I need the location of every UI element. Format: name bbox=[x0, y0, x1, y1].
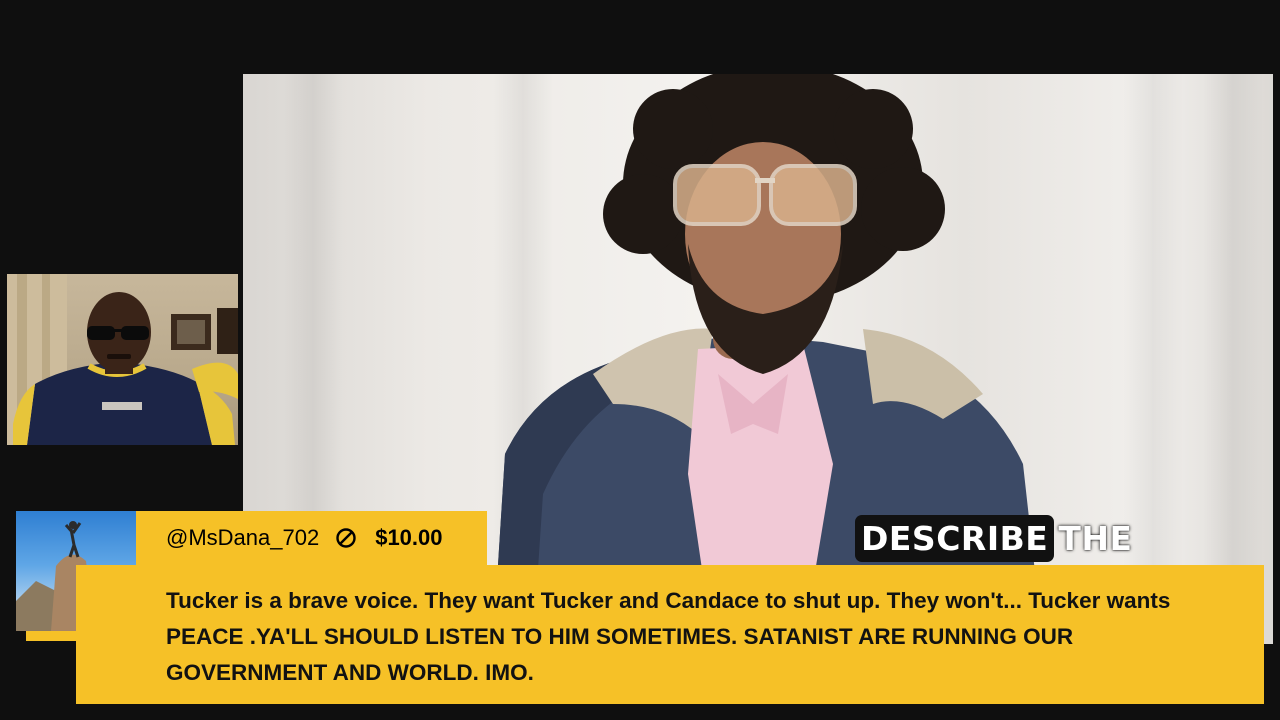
block-circle-icon bbox=[336, 528, 356, 548]
superchat-message: Tucker is a brave voice. They want Tucke… bbox=[166, 588, 1171, 685]
caption-highlighted-word: DESCRIBE bbox=[855, 514, 1055, 562]
caption-next-word: THE bbox=[1058, 518, 1133, 558]
superchat-header: @MsDana_702 $10.00 bbox=[136, 511, 487, 565]
host-person bbox=[7, 274, 238, 445]
superchat-amount: $10.00 bbox=[375, 525, 443, 550]
host-webcam-feed bbox=[7, 274, 238, 445]
superchat-message-box: Tucker is a brave voice. They want Tucke… bbox=[76, 565, 1264, 704]
video-caption: DESCRIBE THE bbox=[855, 510, 1132, 566]
superchat-username[interactable]: @MsDana_702 bbox=[166, 525, 319, 551]
